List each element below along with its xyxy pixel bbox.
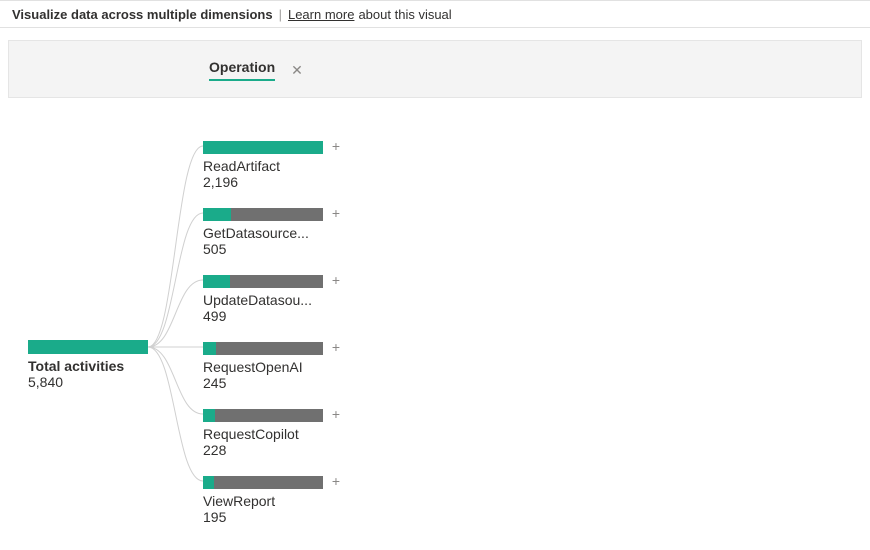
bar-fill — [203, 342, 216, 355]
child-label: RequestOpenAI — [203, 359, 333, 375]
child-value: 245 — [203, 375, 353, 391]
expand-icon[interactable]: + — [329, 274, 343, 288]
info-bar: Visualize data across multiple dimension… — [0, 0, 870, 28]
child-node[interactable]: + RequestCopilot228 — [203, 408, 353, 458]
root-value: 5,840 — [28, 374, 158, 390]
dimension-pill[interactable]: Operation ✕ — [209, 59, 303, 81]
bar-track — [203, 476, 323, 489]
info-tail: about this visual — [358, 7, 451, 22]
dimension-header-band: Operation ✕ — [8, 40, 862, 98]
child-node[interactable]: + ReadArtifact2,196 — [203, 140, 353, 190]
bar-track — [203, 208, 323, 221]
root-label: Total activities — [28, 358, 158, 374]
bar-track — [203, 342, 323, 355]
child-label: UpdateDatasou... — [203, 292, 333, 308]
close-icon[interactable]: ✕ — [291, 62, 303, 79]
bar-track — [203, 409, 323, 422]
bar-fill — [203, 409, 215, 422]
root-node[interactable]: Total activities 5,840 — [28, 340, 158, 390]
child-value: 2,196 — [203, 174, 353, 190]
child-label: RequestCopilot — [203, 426, 333, 442]
expand-icon[interactable]: + — [329, 475, 343, 489]
info-title: Visualize data across multiple dimension… — [12, 7, 273, 22]
child-label: GetDatasource... — [203, 225, 333, 241]
expand-icon[interactable]: + — [329, 341, 343, 355]
expand-icon[interactable]: + — [329, 207, 343, 221]
child-node[interactable]: + GetDatasource...505 — [203, 207, 353, 257]
dimension-label: Operation — [209, 59, 275, 81]
child-value: 228 — [203, 442, 353, 458]
bar-track — [203, 275, 323, 288]
connector-lines — [8, 100, 868, 550]
divider: | — [279, 7, 282, 22]
bar-fill — [203, 275, 230, 288]
learn-more-link[interactable]: Learn more — [288, 7, 354, 22]
tree-canvas: Total activities 5,840 + ReadArtifact2,19… — [8, 100, 862, 524]
bar-fill — [203, 141, 323, 154]
bar-fill — [203, 208, 231, 221]
child-value: 499 — [203, 308, 353, 324]
child-node[interactable]: + RequestOpenAI245 — [203, 341, 353, 391]
child-node[interactable]: + UpdateDatasou...499 — [203, 274, 353, 324]
bar-fill — [203, 476, 214, 489]
child-label: ViewReport — [203, 493, 333, 509]
child-label: ReadArtifact — [203, 158, 333, 174]
expand-icon[interactable]: + — [329, 140, 343, 154]
child-value: 195 — [203, 509, 353, 525]
expand-icon[interactable]: + — [329, 408, 343, 422]
root-bar — [28, 340, 148, 354]
bar-track — [203, 141, 323, 154]
child-node[interactable]: + ViewReport195 — [203, 475, 353, 525]
child-value: 505 — [203, 241, 353, 257]
